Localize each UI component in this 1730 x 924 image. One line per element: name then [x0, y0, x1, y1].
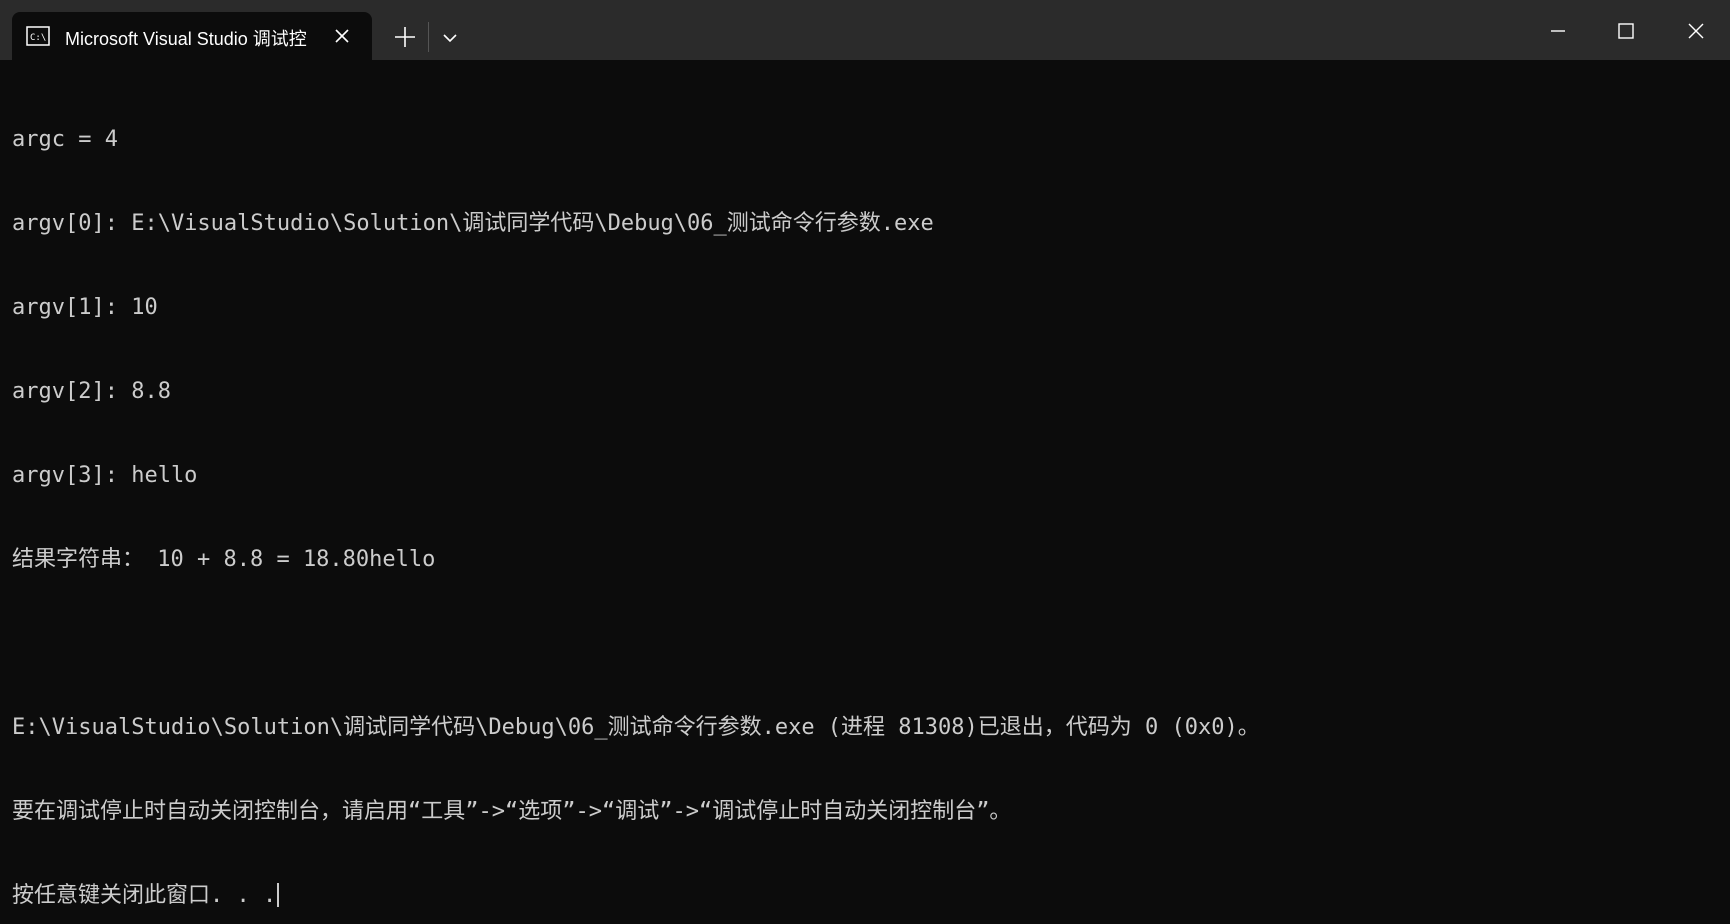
tab-console[interactable]: C:\ Microsoft Visual Studio 调试控 [12, 12, 372, 60]
console-line: argv[2]: 8.8 [12, 379, 171, 404]
console-line-text: 按任意键关闭此窗口. . . [12, 883, 277, 908]
tab-divider [428, 22, 429, 52]
console-line: argc = 4 [12, 127, 118, 152]
new-tab-icon[interactable] [390, 22, 420, 52]
console-output[interactable]: argc = 4 argv[0]: E:\VisualStudio\Soluti… [12, 70, 1712, 910]
minimize-icon[interactable] [1543, 16, 1573, 46]
console-line: argv[0]: E:\VisualStudio\Solution\调试同学代码… [12, 211, 934, 236]
chevron-down-icon[interactable] [438, 26, 462, 50]
close-tab-icon[interactable] [332, 26, 352, 46]
title-bar: C:\ Microsoft Visual Studio 调试控 [0, 0, 1730, 60]
console-prompt-line: 按任意键关闭此窗口. . . [12, 882, 1712, 910]
tab-title: Microsoft Visual Studio 调试控 [65, 29, 307, 49]
console-line: argv[1]: 10 [12, 295, 158, 320]
console-icon: C:\ [26, 26, 50, 46]
console-line: argv[3]: hello [12, 463, 198, 488]
console-line: E:\VisualStudio\Solution\调试同学代码\Debug\06… [12, 715, 1260, 740]
text-cursor [277, 883, 280, 907]
console-line: 要在调试停止时自动关闭控制台，请启用“工具”->“选项”->“调试”->“调试停… [12, 799, 1012, 824]
close-window-icon[interactable] [1681, 16, 1711, 46]
svg-text:C:\: C:\ [30, 33, 46, 43]
maximize-icon[interactable] [1611, 16, 1641, 46]
console-line: 结果字符串： 10 + 8.8 = 18.80hello [12, 547, 436, 572]
